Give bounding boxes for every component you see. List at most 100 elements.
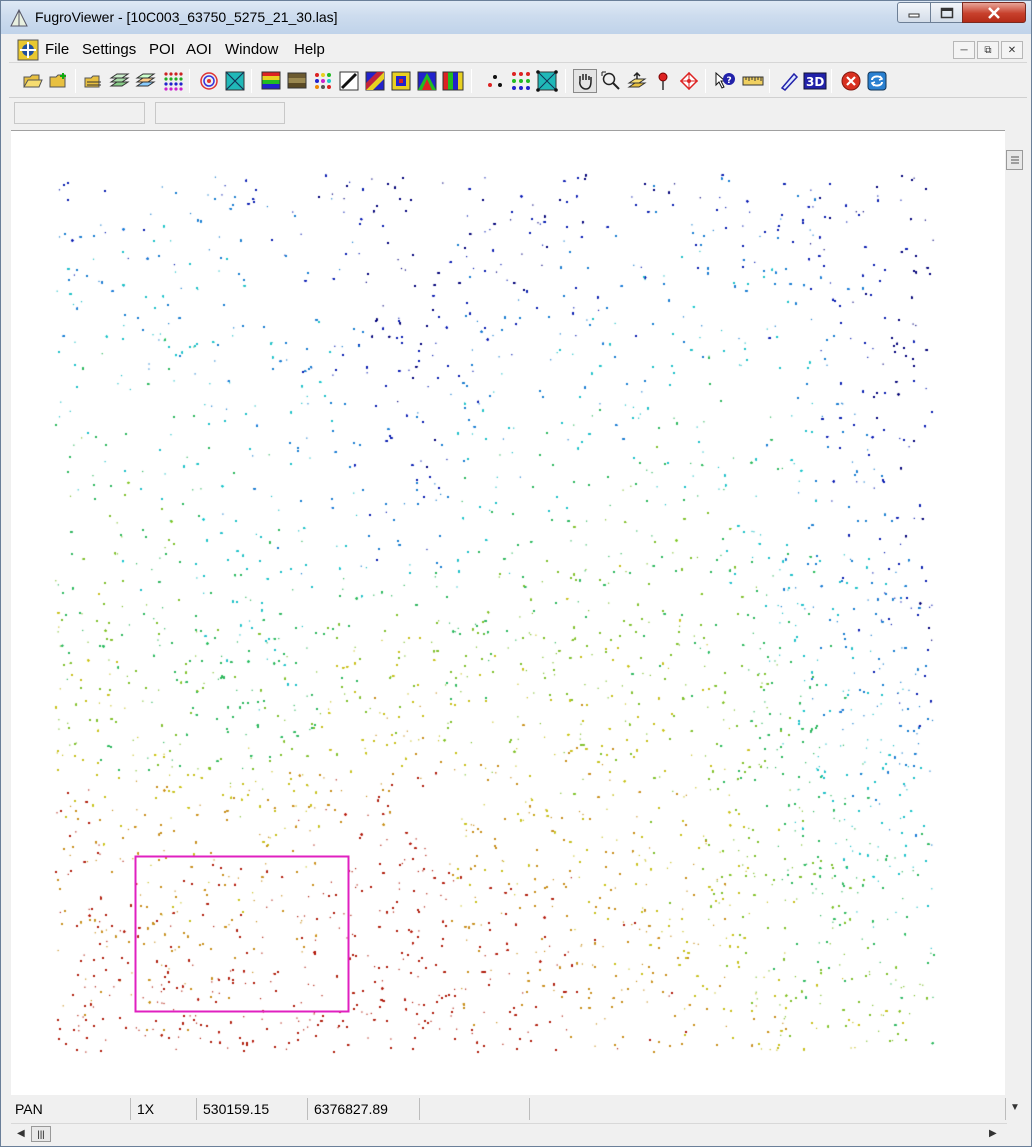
profile-tool-button[interactable] [625,69,649,93]
toolbar-separator [471,69,472,93]
grip-icon [1010,156,1019,164]
surface-display-icon [536,70,558,92]
target-button[interactable] [677,69,701,93]
shaded-relief-icon [391,71,411,91]
close-button[interactable] [962,2,1026,23]
title-bar[interactable]: FugroViewer - [10C003_63750_5275_21_30.l… [1,1,1031,34]
document-icon[interactable] [17,39,39,61]
intensity-ramp-icon [287,72,307,89]
query-button[interactable]: ? [713,69,737,93]
mdi-restore-button[interactable]: ⧉ [977,41,999,59]
app-window: FugroViewer - [10C003_63750_5275_21_30.l… [0,0,1032,1147]
layers-color-button[interactable] [133,69,157,93]
point-grid-display-icon [512,72,530,90]
color-bars-icon [442,71,464,91]
status-y-coordinate: 6376827.89 [308,1098,420,1120]
mdi-minimize-button[interactable]: ─ [953,41,975,59]
profile-line-icon [339,71,359,91]
poi-pin-button[interactable] [651,69,675,93]
maximize-icon [940,7,953,18]
scroll-right-arrow-icon[interactable]: ▶ [989,1128,997,1139]
menu-poi[interactable]: POI [149,41,175,58]
status-bar: PAN 1X 530159.15 6376827.89 ▼ [9,1096,1027,1122]
refresh-button[interactable] [865,69,889,93]
pan-hand-icon [579,74,592,90]
status-field-6 [530,1098,1006,1120]
mdi-restore-icon: ⧉ [984,44,992,56]
intensity-ramp-button[interactable] [285,69,309,93]
status-x-coordinate: 530159.15 [197,1098,308,1120]
gradient-icon [417,71,437,91]
menu-window[interactable]: Window [225,41,278,58]
horizontal-scroll-thumb[interactable]: ||| [31,1126,51,1142]
menu-help[interactable]: Help [294,41,325,58]
contour-button[interactable] [197,69,221,93]
menu-bar: File Settings POI AOI Window Help ─ ⧉ ✕ [9,37,1027,63]
elevation-ramp-icon [261,71,281,90]
elevation-ramp-button[interactable] [259,69,283,93]
class-color-button[interactable] [311,69,335,93]
tin-surface-button[interactable] [223,69,247,93]
minimize-icon [908,13,920,17]
vertical-scrollbar[interactable] [1005,130,1025,1094]
zoom-tool-button[interactable] [599,69,623,93]
point-grid-display-button[interactable] [509,69,533,93]
shaded-relief-button[interactable] [389,69,413,93]
svg-text:?: ? [727,76,732,86]
close-icon [988,6,1000,19]
toolbar-separator [769,69,770,93]
surface-display-button[interactable] [535,69,559,93]
point-display-button[interactable] [483,69,507,93]
minimize-button[interactable] [897,2,931,23]
ruler-icon [742,76,764,86]
pan-tool-button[interactable] [573,69,597,93]
stop-icon [841,71,861,91]
maximize-button[interactable] [930,2,963,23]
toolbar-separator [189,69,190,93]
layers-button[interactable] [107,69,131,93]
open-layer-button[interactable] [81,69,105,93]
ruler-button[interactable] [741,69,765,93]
refresh-icon [867,71,887,91]
profile-tool-icon [627,71,647,88]
point-grid-button[interactable] [161,69,185,93]
scroll-left-arrow-icon[interactable]: ◀ [17,1128,25,1139]
mdi-minimize-icon: ─ [960,44,968,56]
rgb-color-button[interactable] [363,69,387,93]
scroll-down-arrow-icon[interactable]: ▼ [1010,1102,1020,1113]
rgb-color-icon [365,71,385,91]
contour-icon [200,72,218,90]
status-field-5 [420,1098,530,1120]
aoi-rectangle[interactable] [134,855,350,1013]
mdi-close-button[interactable]: ✕ [1001,41,1023,59]
point-cloud-view[interactable] [11,130,1005,1095]
tin-surface-icon [225,71,245,91]
fugroviewer-app-icon [10,8,28,27]
menu-aoi[interactable]: AOI [186,41,212,58]
open-file-button[interactable] [21,69,45,93]
add-file-button[interactable] [47,69,71,93]
measure-icon [780,72,799,91]
poi-pin-icon [658,72,668,90]
aoi-overlay [134,855,350,1013]
window-title: FugroViewer - [10C003_63750_5275_21_30.l… [35,9,338,25]
open-layer-icon [84,75,101,88]
horizontal-scrollbar[interactable]: ◀ ||| ▶ [11,1123,1007,1143]
stop-button[interactable] [839,69,863,93]
target-icon [679,71,699,91]
grip-icon: ||| [37,1129,45,1139]
measure-button[interactable] [777,69,801,93]
vertical-scroll-thumb[interactable] [1006,150,1023,170]
menu-settings[interactable]: Settings [82,41,136,58]
menu-file[interactable]: File [45,41,69,58]
toolbar-separator [251,69,252,93]
query-icon: ? [715,71,735,89]
color-bars-button[interactable] [441,69,465,93]
status-zoom: 1X [131,1098,197,1120]
3d-view-button[interactable]: 3D [803,69,827,93]
zoom-icon [601,71,620,90]
gradient-button[interactable] [415,69,439,93]
info-field-2 [155,102,285,124]
profile-line-button[interactable] [337,69,361,93]
add-file-icon [49,73,66,88]
